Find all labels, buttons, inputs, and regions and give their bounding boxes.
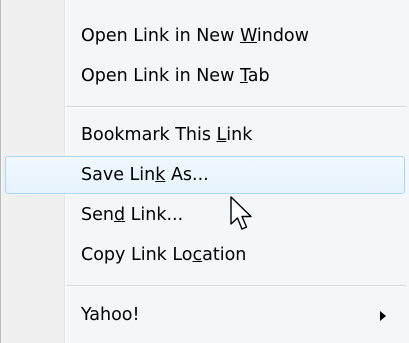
menu-item-label: Send Link...: [81, 205, 184, 225]
menu-item-label: Bookmark This Link: [81, 125, 253, 145]
menu-item-label: Copy Link Location: [81, 245, 247, 265]
menu-item-label: Save Link As...: [81, 165, 209, 185]
menu-separator: [66, 106, 406, 108]
menu-item-label: Open Link in New Tab: [81, 66, 270, 86]
mouse-pointer-icon: [230, 196, 252, 230]
menu-item-copy-link-location[interactable]: Copy Link Location: [5, 236, 405, 274]
menu-item-label: Yahoo!: [81, 305, 140, 325]
menu-separator: [66, 285, 406, 287]
menu-item-label: Open Link in New Window: [81, 26, 309, 46]
menu-item-send-link[interactable]: Send Link...: [5, 196, 405, 234]
context-menu: Open Link in New Window Open Link in New…: [0, 0, 409, 343]
menu-item-save-link-as[interactable]: Save Link As...: [5, 156, 405, 194]
menu-item-open-link-new-window[interactable]: Open Link in New Window: [5, 17, 405, 55]
menu-item-open-link-new-tab[interactable]: Open Link in New Tab: [5, 57, 405, 95]
menu-item-yahoo-submenu[interactable]: Yahoo!: [5, 296, 405, 334]
menu-item-bookmark-link[interactable]: Bookmark This Link: [5, 116, 405, 154]
triangle-right-icon: [380, 311, 386, 321]
